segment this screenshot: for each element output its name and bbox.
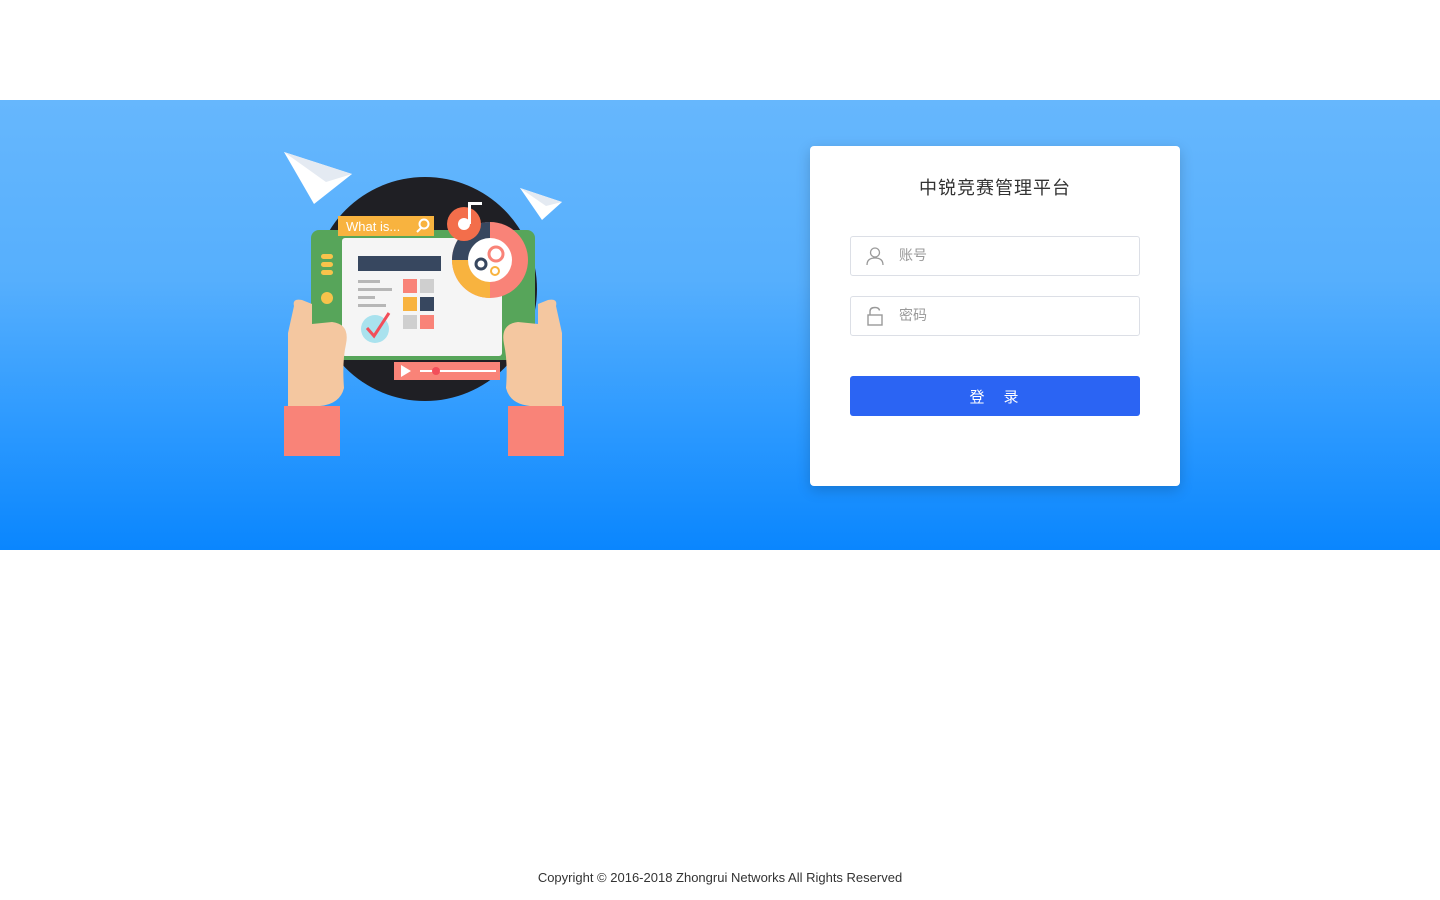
- hero-banner: [0, 100, 1440, 550]
- password-input[interactable]: [899, 297, 1129, 335]
- password-field[interactable]: [850, 296, 1140, 336]
- copyright-text: Copyright © 2016-2018 Zhongrui Networks …: [537, 870, 903, 885]
- lock-icon: [867, 306, 883, 326]
- tablet-illustration: What is...: [284, 152, 564, 456]
- login-button[interactable]: 登 录: [850, 376, 1140, 416]
- username-field[interactable]: [850, 236, 1140, 276]
- username-input[interactable]: [899, 237, 1129, 275]
- video-player-bar: [394, 362, 500, 380]
- paper-plane-icon: [284, 152, 352, 204]
- search-bar-text: What is...: [346, 219, 400, 234]
- user-icon: [866, 247, 884, 266]
- paper-plane-small-icon: [520, 188, 562, 220]
- page-title: 中锐竞赛管理平台: [919, 178, 1071, 199]
- login-card: 中锐竞赛管理平台 登 录: [810, 146, 1180, 486]
